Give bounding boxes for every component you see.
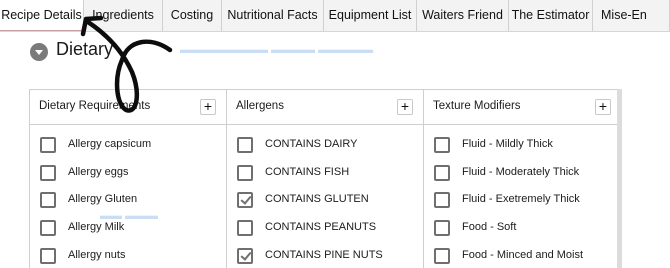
column-header: Dietary Requirements + — [30, 90, 226, 125]
tab-bar: Recipe Details Ingredients Costing Nutri… — [0, 0, 670, 32]
item-label: Fluid - Moderately Thick — [462, 166, 580, 178]
column-dietary-requirements: Dietary Requirements + Allergy capsicum … — [30, 90, 226, 268]
checkbox[interactable] — [434, 137, 450, 153]
item-label: CONTAINS GLUTEN — [265, 193, 369, 205]
checkbox[interactable] — [237, 165, 253, 181]
item-label: Allergy Gluten — [68, 193, 138, 205]
item-label: Food - Soft — [462, 221, 517, 233]
checkbox[interactable] — [434, 248, 450, 264]
checkbox[interactable] — [40, 192, 56, 208]
vertical-scrollbar[interactable] — [617, 89, 622, 268]
tab-nutritional-facts[interactable]: Nutritional Facts — [222, 0, 324, 31]
item-label: Food - Minced and Moist — [462, 249, 584, 261]
item-label: Allergy capsicum — [68, 138, 152, 150]
tab-recipe-details[interactable]: Recipe Details — [0, 0, 84, 31]
item-label: CONTAINS PEANUTS — [265, 221, 377, 233]
column-title: Dietary Requirements — [39, 100, 151, 112]
column-title: Texture Modifiers — [433, 100, 521, 112]
tab-the-estimator[interactable]: The Estimator — [509, 0, 593, 31]
item-label: CONTAINS PINE NUTS — [265, 249, 383, 261]
checkbox[interactable] — [40, 137, 56, 153]
item-label: Fluid - Mildly Thick — [462, 138, 553, 150]
add-allergen-button[interactable]: + — [397, 99, 413, 115]
checkbox[interactable] — [434, 220, 450, 236]
add-texture-modifier-button[interactable]: + — [595, 99, 611, 115]
checkbox[interactable] — [434, 165, 450, 181]
tab-waiters-friend[interactable]: Waiters Friend — [417, 0, 509, 31]
add-dietary-requirement-button[interactable]: + — [200, 99, 216, 115]
ghost-text: ▬▬▬▬▬▬▬▬ ▬▬▬▬ ▬▬▬▬▬ — [180, 44, 374, 56]
checkbox[interactable] — [40, 220, 56, 236]
item-label: CONTAINS FISH — [265, 166, 350, 178]
item-label: Fluid - Exetremely Thick — [462, 193, 580, 205]
column-texture-modifiers: Texture Modifiers + Fluid - Mildly Thick… — [423, 90, 621, 268]
dietary-panel: Dietary Requirements + Allergy capsicum … — [29, 89, 622, 268]
checkbox[interactable] — [40, 248, 56, 264]
checkbox[interactable] — [237, 248, 253, 264]
item-label: Allergy nuts — [68, 249, 126, 261]
tab-costing[interactable]: Costing — [163, 0, 222, 31]
item-label: Allergy eggs — [68, 166, 129, 178]
section-title: Dietary — [56, 39, 114, 59]
tab-mise-en[interactable]: Mise-En — [593, 0, 670, 31]
checkbox[interactable] — [237, 137, 253, 153]
tab-ingredients[interactable]: Ingredients — [84, 0, 163, 31]
item-label: Allergy Milk — [68, 221, 125, 233]
checkbox[interactable] — [237, 220, 253, 236]
checkbox[interactable] — [434, 192, 450, 208]
column-title: Allergens — [236, 100, 284, 112]
item-label: CONTAINS DAIRY — [265, 138, 358, 150]
checkbox[interactable] — [40, 165, 56, 181]
column-allergens: Allergens + CONTAINS DAIRY CONTAINS FISH… — [226, 90, 423, 268]
column-header: Allergens + — [227, 90, 423, 125]
checkbox[interactable] — [237, 192, 253, 208]
column-header: Texture Modifiers + — [424, 90, 621, 125]
tab-equipment-list[interactable]: Equipment List — [324, 0, 417, 31]
section-collapse-toggle[interactable] — [30, 43, 48, 61]
